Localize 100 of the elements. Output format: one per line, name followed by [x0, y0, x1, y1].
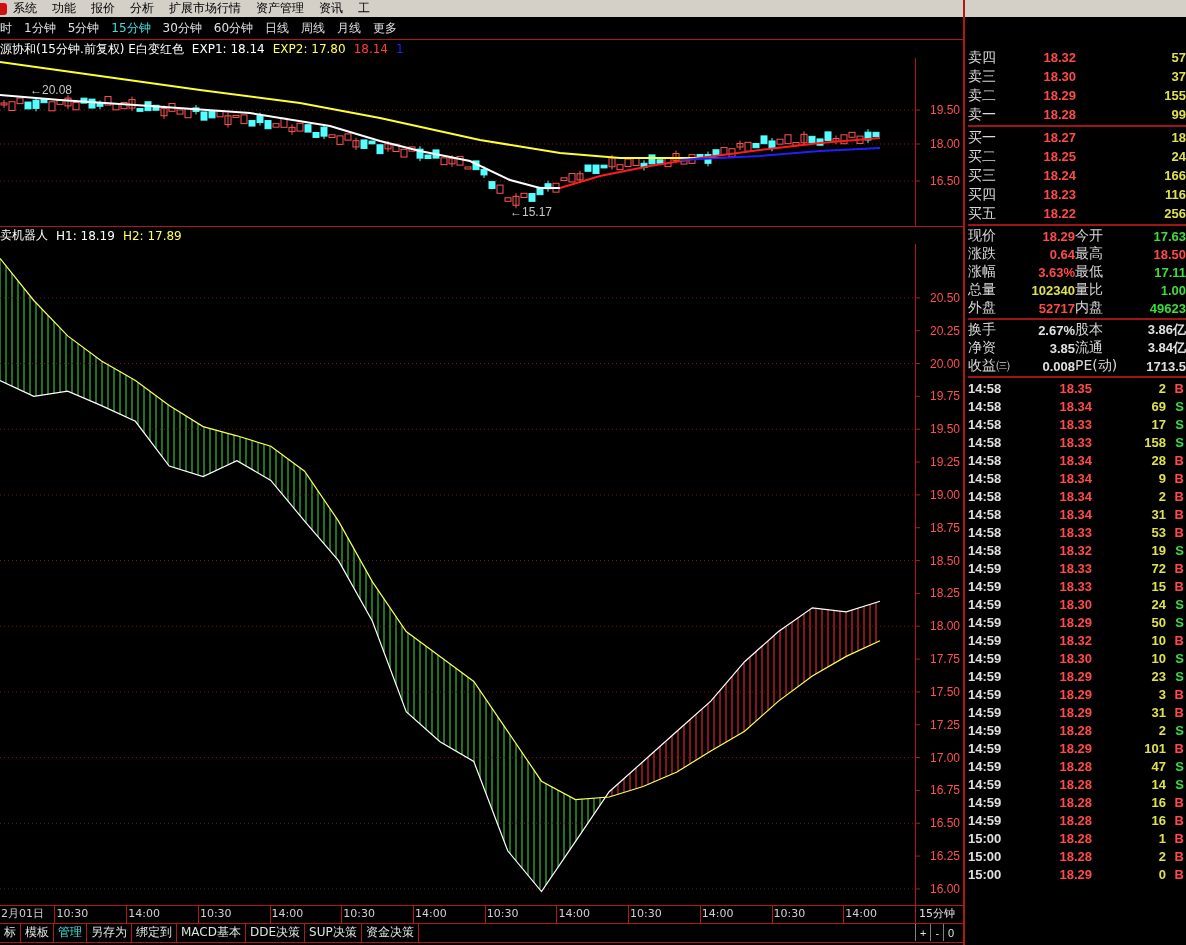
stat-label: 股本 [1075, 321, 1104, 339]
axis-label: 18.00 [930, 137, 961, 151]
trade-volume: 16 [1150, 812, 1166, 828]
order-label: 买三 [968, 166, 997, 185]
template-tab[interactable]: 管理 [54, 924, 87, 942]
axis-label: 19.50 [930, 103, 961, 117]
trade-side: S [1174, 434, 1185, 450]
axis-label: 19.75 [930, 389, 961, 404]
menu-item[interactable]: 工 [358, 0, 379, 17]
trade-volume: 72 [1150, 560, 1166, 576]
period-tab[interactable]: 日线 [265, 19, 290, 37]
axis-label: 16.50 [930, 816, 961, 831]
legend-text: H2: 17.89 [122, 228, 182, 243]
menu-item[interactable]: 报价 [91, 0, 124, 17]
period-tab[interactable]: 更多 [373, 19, 398, 37]
legend-text: 1 [396, 42, 404, 56]
app-icon[interactable] [0, 2, 7, 15]
template-tab[interactable]: DDE决策 [246, 924, 306, 942]
trade-volume: 2 [1157, 722, 1166, 738]
time-label: 14:00 [413, 906, 485, 923]
trade-time: 14:59 [968, 632, 1003, 648]
period-tab[interactable]: 60分钟 [213, 19, 254, 37]
axis-label: 16.25 [930, 849, 961, 864]
trade-volume: 47 [1150, 758, 1166, 774]
order-volume: 37 [1170, 69, 1186, 84]
stat-value: 0.008 [1041, 358, 1075, 374]
stat-value: 102340 [1030, 282, 1075, 298]
legend-text: H1: 18.19 [56, 228, 115, 243]
period-tab[interactable]: 30分钟 [162, 19, 202, 37]
stat-value: 3.85 [1048, 340, 1075, 356]
stat-label: 净资 [968, 339, 997, 357]
trade-time: 14:59 [968, 578, 1003, 594]
trade-time: 14:59 [968, 614, 1003, 630]
stat-label: 最低 [1075, 263, 1104, 281]
time-label: 10:30 [628, 906, 700, 923]
stat-value: 1.00 [1159, 282, 1186, 298]
order-label: 买四 [968, 185, 997, 204]
trade-price: 18.33 [1058, 524, 1092, 540]
stat-value: 3.63% [1037, 264, 1075, 280]
template-tab[interactable]: SUP决策 [305, 924, 362, 942]
axis-label: 20.25 [930, 323, 961, 338]
menu-item[interactable]: 功能 [52, 0, 85, 17]
stat-value: 2.67% [1037, 322, 1075, 338]
trade-side: B [1173, 578, 1185, 594]
trade-side: S [1174, 776, 1185, 792]
template-tab[interactable]: MACD基本 [177, 924, 246, 942]
trade-side: B [1173, 740, 1185, 756]
template-tab[interactable]: 标 [0, 924, 21, 942]
axis-label: 18.00 [930, 619, 961, 634]
stat-label: 流通 [1075, 339, 1104, 357]
period-tab[interactable]: 时 [0, 19, 12, 37]
trade-side: S [1174, 416, 1185, 432]
stat-label: 外盘 [968, 299, 997, 317]
template-tab[interactable]: 另存为 [87, 924, 132, 942]
stat-value: 18.29 [1041, 228, 1075, 244]
stat-label: 换手 [968, 321, 997, 339]
trade-time: 14:59 [968, 812, 1003, 828]
period-tab[interactable]: 15分钟 [111, 19, 151, 37]
trade-volume: 2 [1157, 380, 1166, 396]
trade-volume: 31 [1150, 506, 1166, 522]
axis-label: 19.25 [930, 455, 961, 470]
axis-label: 19.00 [930, 487, 961, 502]
trade-price: 18.28 [1058, 776, 1092, 792]
trade-time: 14:58 [968, 398, 1003, 414]
stat-value: 0.64 [1048, 246, 1075, 262]
time-label: 10:30 [771, 906, 844, 923]
trade-time: 14:59 [968, 758, 1003, 774]
template-tab[interactable]: 模板 [21, 924, 54, 942]
trade-time: 14:58 [968, 506, 1003, 522]
trade-side: B [1173, 830, 1185, 846]
trade-side: B [1173, 866, 1185, 882]
trade-price: 18.33 [1058, 434, 1092, 450]
menu-item[interactable]: 系统 [13, 0, 46, 17]
menu-item[interactable]: 资产管理 [256, 0, 313, 17]
trade-time: 14:59 [968, 722, 1003, 738]
order-volume: 166 [1163, 168, 1186, 183]
trade-side: B [1173, 380, 1185, 396]
stat-value: 17.63 [1152, 228, 1186, 244]
stat-value: 3.84亿 [1146, 339, 1186, 357]
period-tab[interactable]: 1分钟 [24, 19, 56, 37]
trade-volume: 15 [1150, 578, 1166, 594]
trade-volume: 9 [1157, 470, 1166, 486]
axis-label: 18.25 [930, 586, 961, 601]
menu-item[interactable]: 扩展市场行情 [169, 0, 250, 17]
trade-volume: 3 [1157, 686, 1166, 702]
stat-value: 1713.5 [1145, 358, 1186, 374]
legend-text: EXP1: 18.14 [191, 42, 265, 56]
trade-price: 18.28 [1058, 722, 1092, 738]
legend-text: EXP2: 17.80 [272, 42, 346, 56]
template-tab[interactable]: 资金决策 [361, 924, 419, 942]
trade-time: 14:59 [968, 560, 1003, 576]
menu-item[interactable]: 资讯 [319, 0, 352, 17]
trade-side: B [1173, 812, 1185, 828]
stat-value: 49623 [1148, 300, 1186, 316]
period-tab[interactable]: 周线 [301, 19, 326, 37]
stat-label: 最高 [1075, 245, 1104, 263]
period-tab[interactable]: 月线 [337, 19, 362, 37]
menu-item[interactable]: 分析 [130, 0, 163, 17]
period-tab[interactable]: 5分钟 [67, 19, 100, 37]
template-tab[interactable]: 绑定到 [132, 924, 177, 942]
